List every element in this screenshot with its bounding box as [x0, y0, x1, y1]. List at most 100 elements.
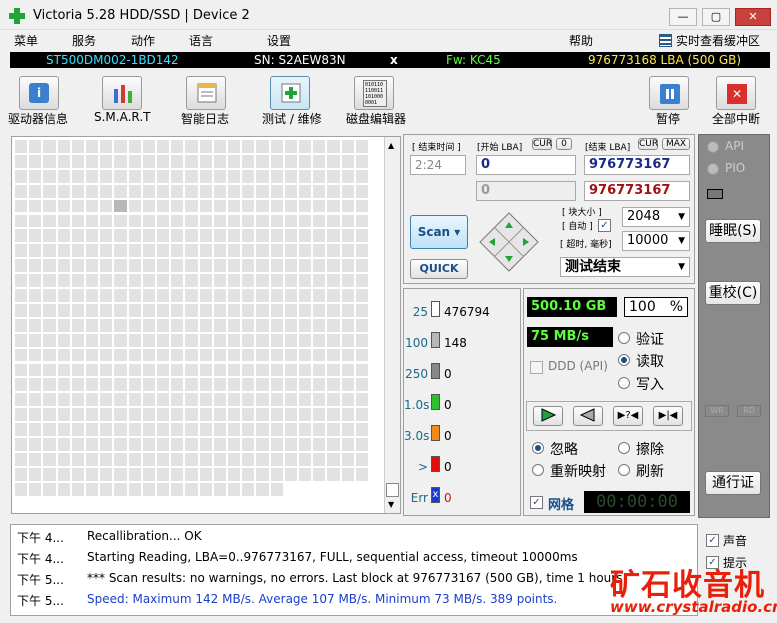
- surface-block: [71, 438, 84, 451]
- scroll-thumb[interactable]: [386, 483, 399, 497]
- surface-block: [341, 214, 354, 228]
- maximize-button[interactable]: ▢: [702, 8, 730, 26]
- surface-block: [256, 244, 269, 258]
- refresh-radio[interactable]: [618, 464, 630, 476]
- navigation-pad[interactable]: [478, 211, 540, 273]
- grid-checkbox[interactable]: ✓: [530, 496, 543, 509]
- surface-block: [341, 274, 354, 287]
- surface-block: [199, 482, 212, 496]
- menu-help[interactable]: 帮助: [569, 32, 593, 49]
- surface-block: [43, 348, 56, 362]
- surface-block: [128, 363, 141, 377]
- write-radio[interactable]: [618, 377, 630, 389]
- surface-block: [29, 199, 42, 213]
- end-cur-button[interactable]: CUR: [638, 138, 658, 150]
- quick-button[interactable]: QUICK: [410, 259, 468, 279]
- surface-block: [43, 274, 56, 287]
- erase-radio[interactable]: [618, 442, 630, 454]
- end-time-field[interactable]: 2:24: [410, 155, 466, 175]
- surface-block: [171, 184, 184, 198]
- surface-block: [43, 140, 56, 153]
- surface-block: [57, 229, 70, 243]
- surface-block: [71, 393, 84, 407]
- surface-block: [128, 199, 141, 213]
- surface-block: [213, 229, 226, 243]
- menu-action[interactable]: 动作: [131, 32, 155, 49]
- menu-service[interactable]: 服务: [72, 32, 96, 49]
- smart-log-button[interactable]: [186, 76, 226, 110]
- start-lba-field[interactable]: 0: [476, 155, 576, 175]
- surface-block: [57, 169, 70, 183]
- read-radio[interactable]: [618, 354, 630, 366]
- surface-block: [142, 303, 155, 317]
- surface-block: [242, 423, 255, 436]
- log-message: Starting Reading, LBA=0..976773167, FULL…: [87, 550, 578, 564]
- smart-button[interactable]: [102, 76, 142, 110]
- remap-radio[interactable]: [532, 464, 544, 476]
- block-size-select[interactable]: 2048 ▼: [622, 207, 690, 227]
- menu-main[interactable]: 菜单: [14, 32, 38, 49]
- scroll-down-icon[interactable]: ▼: [388, 500, 394, 509]
- passport-button[interactable]: 通行证: [705, 471, 761, 495]
- timeout-select[interactable]: 10000 ▼: [622, 231, 690, 251]
- scroll-up-icon[interactable]: ▲: [388, 141, 394, 150]
- mode-select[interactable]: 测试结束 ▼: [560, 257, 690, 277]
- surface-block: [142, 318, 155, 332]
- ddd-checkbox[interactable]: [530, 361, 543, 374]
- legend-label: 25: [412, 305, 428, 319]
- surface-block: [100, 169, 113, 183]
- close-button[interactable]: ✕: [735, 8, 771, 26]
- drive-model[interactable]: ST500DM002-1BD142: [46, 52, 179, 68]
- minimize-button[interactable]: —: [669, 8, 697, 26]
- end-max-button[interactable]: MAX: [662, 138, 690, 150]
- verify-radio[interactable]: [618, 332, 630, 344]
- surface-block: [213, 393, 226, 407]
- start-cur-button[interactable]: CUR: [532, 138, 552, 150]
- pio-radio[interactable]: [707, 163, 719, 175]
- sleep-button[interactable]: 睡眠(S): [705, 219, 761, 243]
- surface-block: [128, 348, 141, 362]
- scan-button[interactable]: Scan ▾: [410, 215, 468, 249]
- stop-icon: ✕: [727, 84, 747, 104]
- end-button[interactable]: ▶|◀: [653, 406, 683, 426]
- surface-block: [57, 438, 70, 451]
- api-radio[interactable]: [707, 141, 719, 153]
- surface-block: [29, 452, 42, 466]
- play-button[interactable]: [533, 406, 563, 426]
- surface-block: [355, 169, 368, 183]
- surface-block: [142, 154, 155, 168]
- surface-block: [355, 333, 368, 347]
- surface-block: [355, 140, 368, 153]
- start-zero-button[interactable]: 0: [556, 138, 572, 150]
- surface-block: [355, 423, 368, 436]
- reverse-button[interactable]: [573, 406, 603, 426]
- menu-settings[interactable]: 设置: [267, 32, 291, 49]
- end-lba-field[interactable]: 976773167: [584, 155, 690, 175]
- surface-block: [43, 482, 56, 496]
- ignore-radio[interactable]: [532, 442, 544, 454]
- surface-block: [171, 229, 184, 243]
- surface-block: [199, 289, 212, 302]
- surface-block: [199, 244, 212, 258]
- menu-language[interactable]: 语言: [189, 32, 213, 49]
- surface-block: [199, 318, 212, 332]
- test-repair-button[interactable]: [270, 76, 310, 110]
- legend-label: Err: [410, 491, 428, 505]
- disk-editor-button[interactable]: 010110 110011 101000 0001: [354, 76, 394, 110]
- close-drive-icon[interactable]: x: [390, 52, 398, 68]
- recalibrate-button[interactable]: 重校(C): [705, 281, 761, 305]
- surface-block: [142, 348, 155, 362]
- menu-realtime-buffer[interactable]: 实时查看缓冲区: [676, 32, 760, 49]
- pause-button[interactable]: [649, 76, 689, 110]
- drive-info-button[interactable]: i: [19, 76, 59, 110]
- surface-block: [86, 363, 99, 377]
- grid-scrollbar[interactable]: ▲ ▼: [384, 137, 400, 513]
- abort-all-button[interactable]: ✕: [716, 76, 756, 110]
- surface-block: [313, 452, 326, 466]
- auto-checkbox[interactable]: ✓: [598, 219, 611, 232]
- jump-button[interactable]: ▶?◀: [613, 406, 643, 426]
- surface-block: [213, 184, 226, 198]
- sound-checkbox[interactable]: ✓: [706, 534, 719, 547]
- surface-block: [256, 393, 269, 407]
- surface-block: [185, 229, 198, 243]
